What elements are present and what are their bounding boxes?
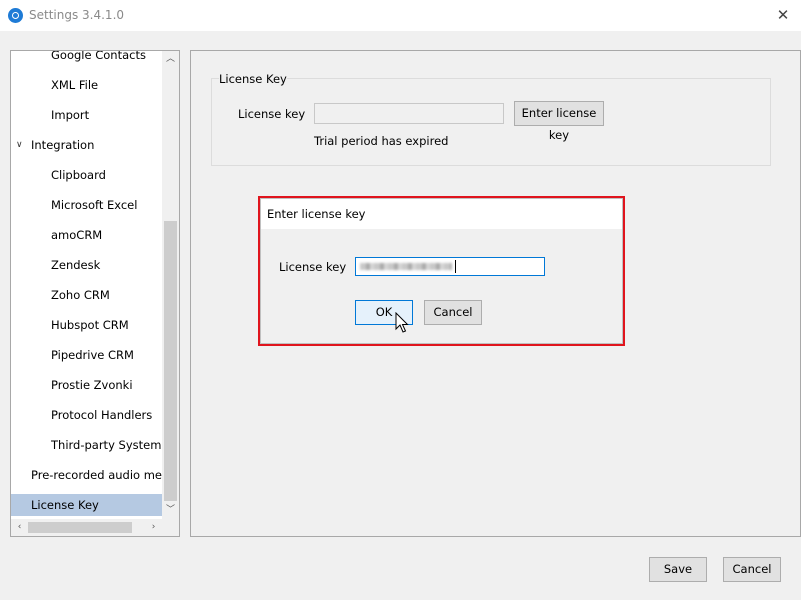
sidebar-item-label: Zendesk bbox=[51, 258, 101, 272]
horizontal-scrollbar[interactable]: ‹ › bbox=[11, 519, 179, 536]
title-bar: Settings 3.4.1.0 ✕ bbox=[0, 0, 801, 31]
sidebar-item-label: Pre-recorded audio messag bbox=[31, 468, 180, 482]
enter-license-key-button[interactable]: Enter license key bbox=[514, 101, 604, 142]
sidebar-item-microsoft-excel[interactable]: Microsoft Excel bbox=[11, 194, 162, 216]
settings-tree: Google Contacts XML File Import ∨ Integratio… bbox=[10, 50, 180, 537]
sidebar-item-label: Third-party Systems bbox=[51, 438, 168, 452]
sidebar-item-label: Integration bbox=[31, 138, 95, 152]
sidebar-item-label: Google Contacts bbox=[51, 50, 146, 62]
close-icon[interactable]: ✕ bbox=[771, 4, 795, 26]
sidebar-item-prostie-zvonki[interactable]: Prostie Zvonki bbox=[11, 374, 162, 396]
sidebar-item-integration[interactable]: ∨ Integration bbox=[11, 134, 162, 156]
sidebar-item-third-party-systems[interactable]: Third-party Systems bbox=[11, 434, 167, 456]
sidebar-item-zendesk[interactable]: Zendesk bbox=[11, 254, 162, 276]
text-caret bbox=[455, 260, 456, 273]
scroll-right-icon[interactable]: › bbox=[145, 519, 162, 536]
vertical-scroll-thumb[interactable] bbox=[164, 221, 177, 501]
save-button[interactable]: Save bbox=[649, 557, 707, 582]
chevron-down-icon[interactable]: ∨ bbox=[16, 134, 23, 156]
sidebar-item-label: Pipedrive CRM bbox=[51, 348, 134, 362]
sidebar-item-label: Protocol Handlers bbox=[51, 408, 153, 422]
dialog-license-key-label: License key bbox=[279, 260, 347, 274]
window-title: Settings 3.4.1.0 bbox=[29, 8, 125, 22]
app-logo-icon bbox=[8, 8, 23, 23]
dialog-cancel-button[interactable]: Cancel bbox=[424, 300, 482, 325]
license-key-input[interactable] bbox=[314, 103, 504, 124]
dialog-title: Enter license key bbox=[261, 199, 622, 229]
scroll-up-icon[interactable]: ︿ bbox=[162, 51, 179, 68]
sidebar-item-label: Clipboard bbox=[51, 168, 106, 182]
sidebar-item-label: amoCRM bbox=[51, 228, 103, 242]
horizontal-scroll-thumb[interactable] bbox=[28, 522, 132, 533]
sidebar-item-hubspot-crm[interactable]: Hubspot CRM bbox=[11, 314, 162, 336]
obscured-license-value bbox=[360, 263, 452, 270]
sidebar-item-label: XML File bbox=[51, 78, 99, 92]
sidebar-item-clipboard[interactable]: Clipboard bbox=[11, 164, 162, 186]
sidebar-item-import[interactable]: Import bbox=[11, 104, 162, 126]
dialog-license-key-input[interactable] bbox=[355, 257, 545, 276]
sidebar-item-label: License Key bbox=[31, 498, 99, 512]
sidebar-item-label: Prostie Zvonki bbox=[51, 378, 133, 392]
mouse-pointer-icon bbox=[395, 312, 409, 333]
sidebar-item-pre-recorded-audio-messag[interactable]: Pre-recorded audio messag bbox=[11, 464, 179, 486]
sidebar-item-label: Hubspot CRM bbox=[51, 318, 129, 332]
sidebar-item-xml-file[interactable]: XML File bbox=[11, 74, 162, 96]
vertical-scrollbar[interactable]: ︿ ﹀ bbox=[162, 51, 179, 519]
sidebar-item-pipedrive-crm[interactable]: Pipedrive CRM bbox=[11, 344, 162, 366]
sidebar-item-amocrm[interactable]: amoCRM bbox=[11, 224, 162, 246]
scroll-down-icon[interactable]: ﹀ bbox=[162, 502, 179, 519]
license-key-label: License key bbox=[238, 107, 306, 121]
sidebar-item-label: Import bbox=[51, 108, 90, 122]
trial-status-text: Trial period has expired bbox=[314, 134, 449, 148]
enter-license-key-dialog: Enter license key License key OK Cancel bbox=[258, 196, 625, 346]
sidebar-item-zoho-crm[interactable]: Zoho CRM bbox=[11, 284, 162, 306]
sidebar-item-protocol-handlers[interactable]: Protocol Handlers bbox=[11, 404, 162, 426]
sidebar-item-google-contacts[interactable]: Google Contacts bbox=[11, 50, 162, 66]
footer-cancel-button[interactable]: Cancel bbox=[723, 557, 781, 582]
sidebar-item-license-key[interactable]: License Key bbox=[11, 494, 162, 516]
groupbox-title: License Key bbox=[219, 72, 287, 86]
sidebar-item-label: Microsoft Excel bbox=[51, 198, 138, 212]
scroll-left-icon[interactable]: ‹ bbox=[11, 519, 28, 536]
sidebar-item-label: Zoho CRM bbox=[51, 288, 110, 302]
